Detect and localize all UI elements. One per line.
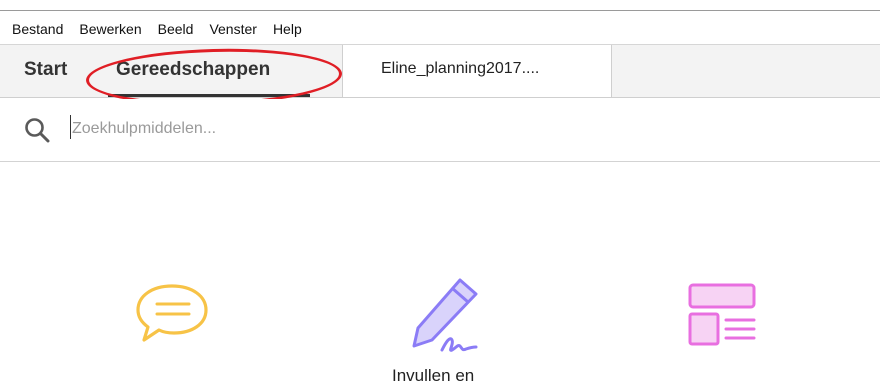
menu-help[interactable]: Help bbox=[263, 21, 308, 37]
window-top-border bbox=[0, 10, 880, 11]
fill-sign-label: Invullen en bbox=[392, 366, 475, 385]
menu-bewerken[interactable]: Bewerken bbox=[69, 21, 147, 37]
organize-pages-icon[interactable] bbox=[686, 282, 762, 350]
menu-venster[interactable]: Venster bbox=[199, 21, 262, 37]
menu-bestand[interactable]: Bestand bbox=[0, 21, 69, 37]
comment-icon[interactable] bbox=[132, 282, 212, 346]
tab-document[interactable]: Eline_planning2017.... bbox=[342, 45, 612, 97]
search-input[interactable] bbox=[72, 117, 472, 141]
text-caret bbox=[70, 115, 71, 139]
search-bar bbox=[0, 99, 880, 162]
search-icon[interactable] bbox=[24, 117, 50, 143]
tab-start[interactable]: Start bbox=[24, 59, 67, 81]
menu-bar: Bestand Bewerken Beeld Venster Help bbox=[0, 16, 880, 42]
menu-beeld[interactable]: Beeld bbox=[148, 21, 200, 37]
tab-document-label: Eline_planning2017.... bbox=[381, 60, 540, 77]
fill-sign-pen-icon[interactable] bbox=[402, 274, 492, 358]
